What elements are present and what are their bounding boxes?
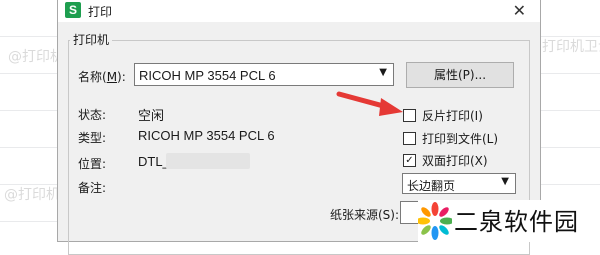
comment-label: 备注: bbox=[78, 181, 107, 195]
paper-source-label: 纸张来源(S): bbox=[330, 208, 400, 222]
printer-name-value: RICOH MP 3554 PCL 6 bbox=[139, 68, 276, 83]
close-icon[interactable]: ✕ bbox=[513, 1, 526, 20]
redacted-area bbox=[166, 153, 250, 169]
print-to-file-label: 打印到文件(L) bbox=[422, 132, 499, 146]
reverse-print-checkbox[interactable]: 反片打印(I) bbox=[403, 107, 483, 124]
dropdown-arrow-icon: ▼ bbox=[379, 67, 387, 78]
duplex-label: 双面打印(X) bbox=[422, 154, 488, 168]
annotation-arrow-icon bbox=[336, 91, 403, 116]
app-icon: S bbox=[65, 2, 81, 18]
duplex-checkbox[interactable]: ✓ 双面打印(X) bbox=[403, 152, 488, 169]
checkmark-icon: ✓ bbox=[403, 154, 416, 167]
type-label: 类型: bbox=[78, 131, 107, 145]
location-label: 位置: bbox=[78, 157, 107, 171]
brand-watermark: 二泉软件园 bbox=[418, 200, 600, 242]
properties-button[interactable]: 属性(P)... bbox=[406, 62, 514, 88]
reverse-print-label: 反片打印(I) bbox=[422, 109, 483, 123]
title-bar: S 打印 ✕ bbox=[58, 0, 540, 22]
duplex-mode-select[interactable]: 长边翻页 ▼ bbox=[402, 173, 516, 194]
type-value: RICOH MP 3554 PCL 6 bbox=[138, 128, 275, 143]
print-to-file-checkbox[interactable]: 打印到文件(L) bbox=[403, 130, 498, 147]
duplex-mode-value: 长边翻页 bbox=[407, 179, 456, 193]
brand-logo-icon bbox=[418, 202, 452, 240]
window-title: 打印 bbox=[88, 5, 113, 19]
dropdown-arrow-icon: ▼ bbox=[501, 176, 509, 187]
printer-name-select[interactable]: RICOH MP 3554 PCL 6 ▼ bbox=[134, 63, 394, 86]
checkbox-box bbox=[403, 132, 416, 145]
status-value: 空闲 bbox=[138, 108, 165, 123]
status-label: 状态: bbox=[78, 108, 107, 122]
printer-name-label: 名称(M): bbox=[78, 70, 126, 84]
brand-text: 二泉软件园 bbox=[454, 208, 579, 236]
printer-group-label: 打印机 bbox=[70, 31, 113, 48]
